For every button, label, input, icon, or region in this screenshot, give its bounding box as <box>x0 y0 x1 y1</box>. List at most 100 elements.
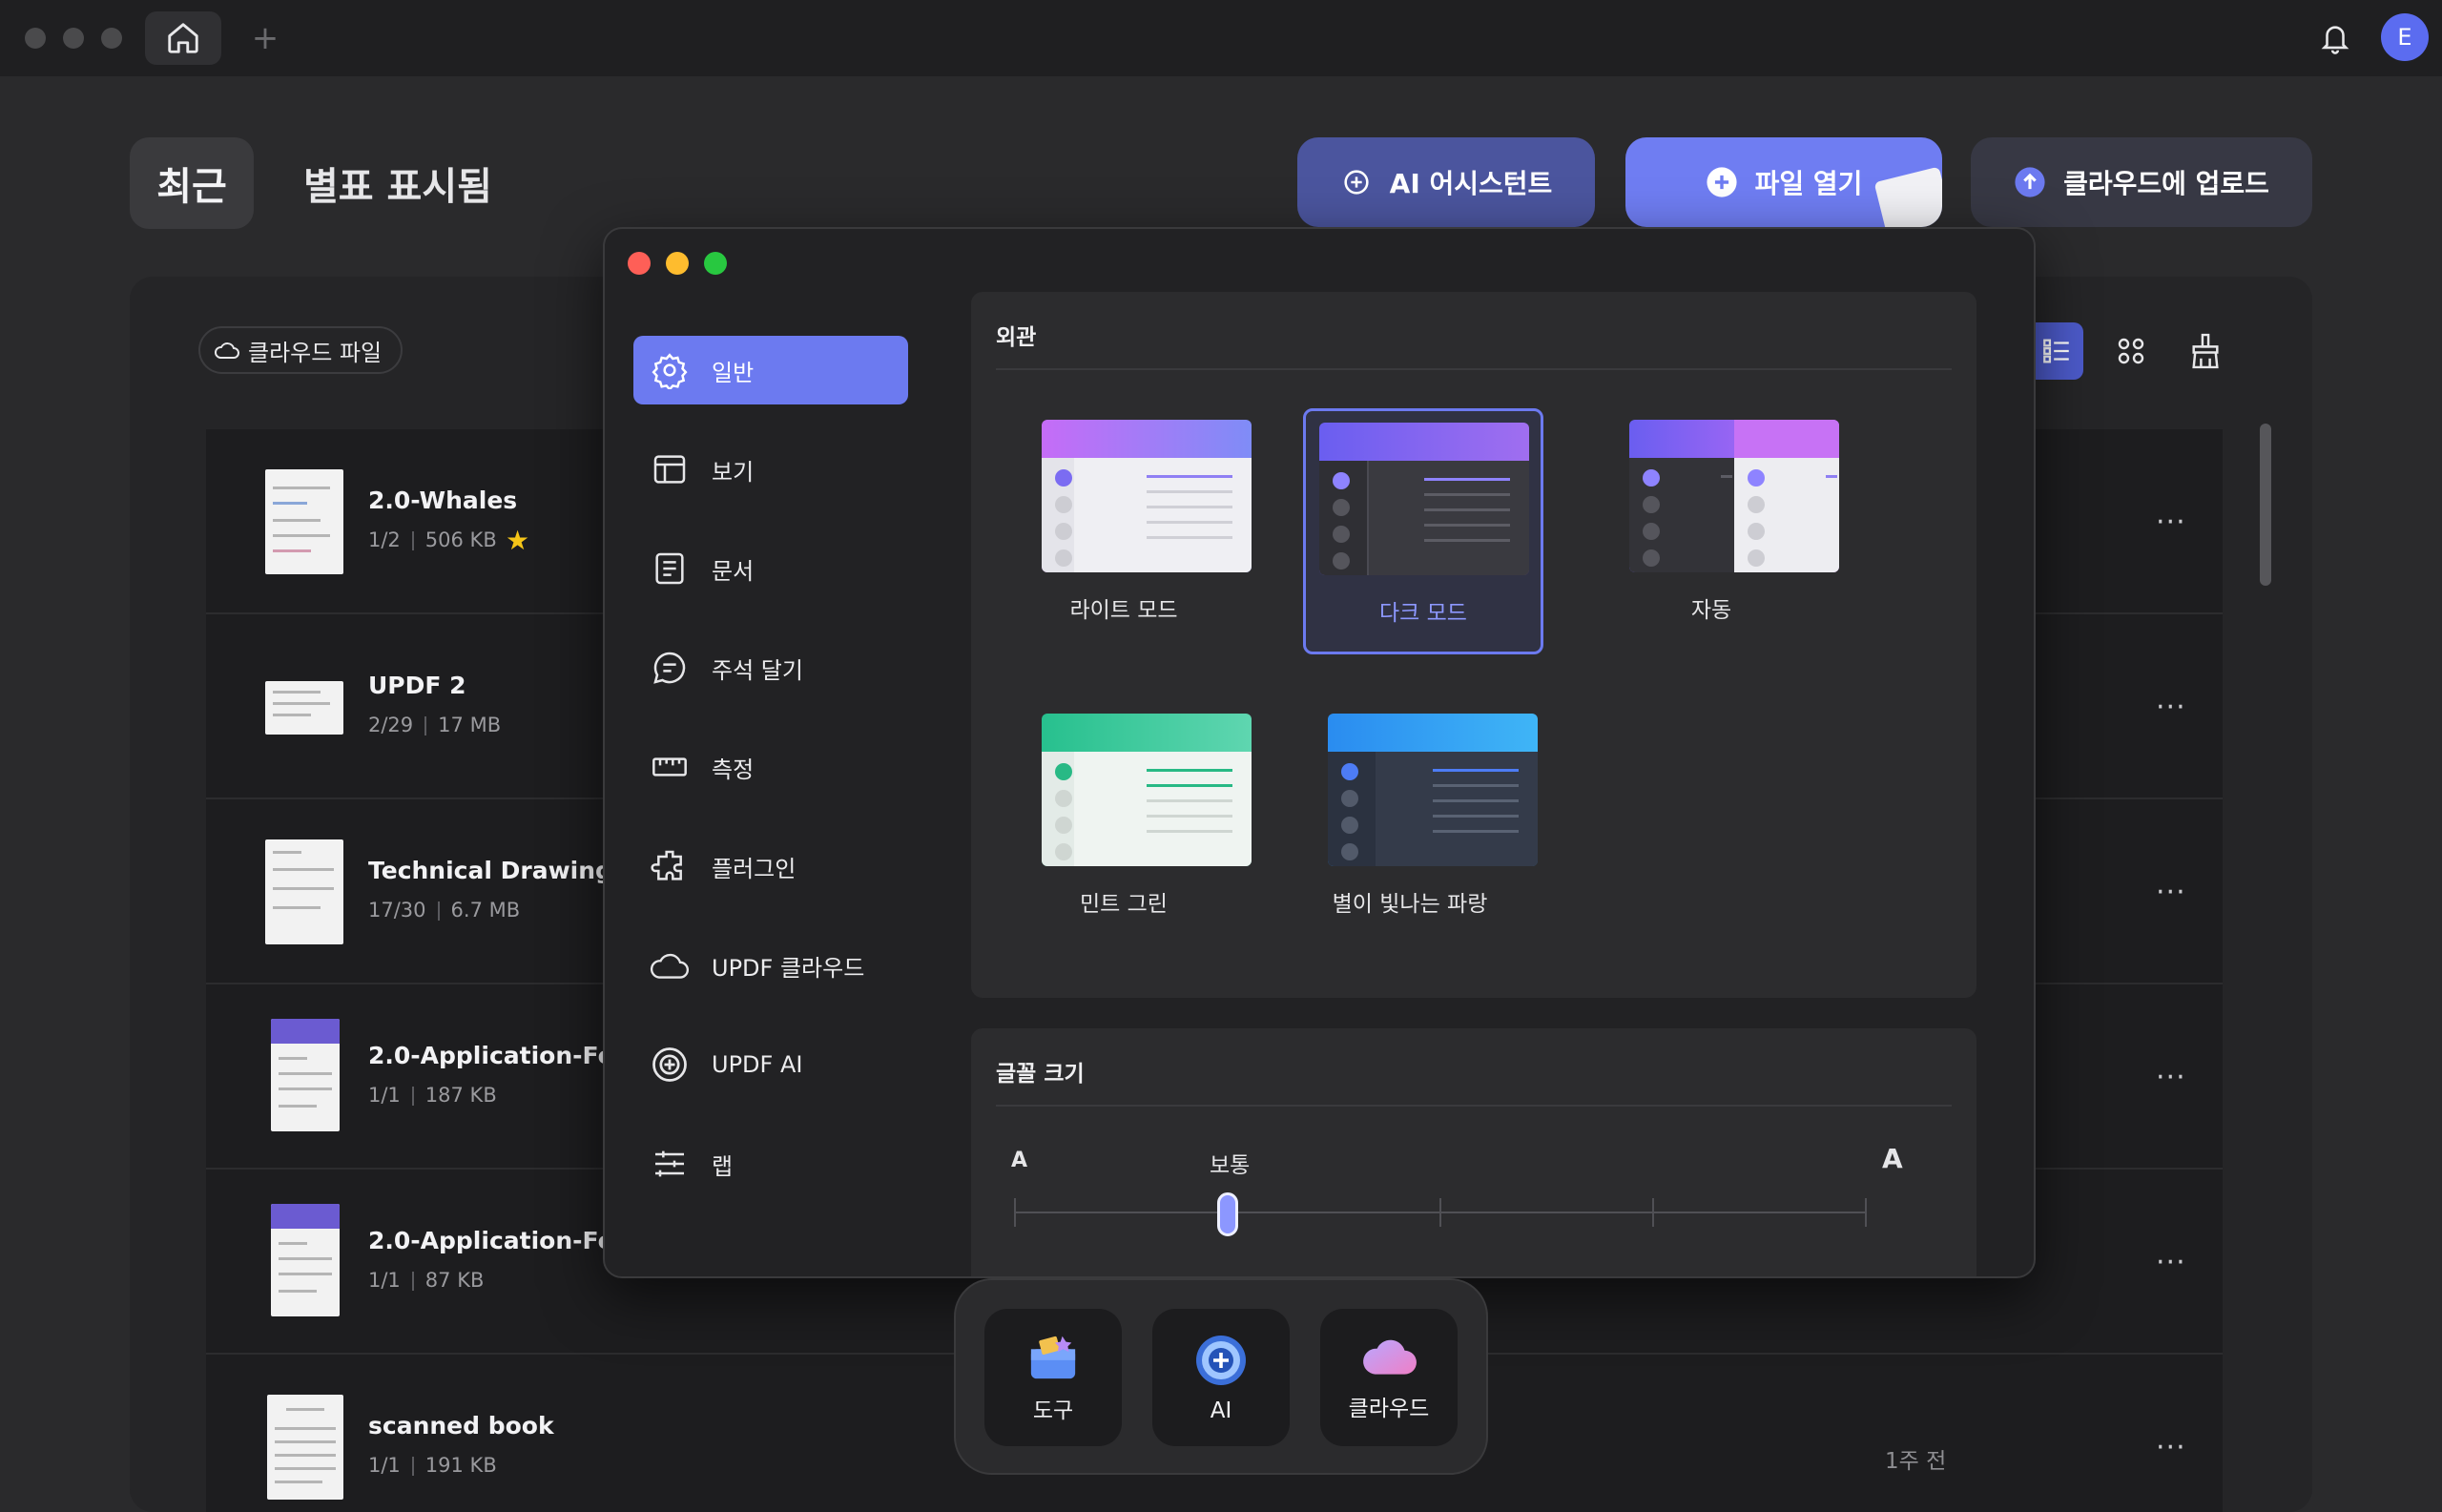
file-meta: 1/1 187 KB <box>368 1084 497 1107</box>
upload-cloud-button[interactable]: 클라우드에 업로드 <box>1971 137 2312 227</box>
theme-mint-preview <box>1042 714 1252 866</box>
nav-label: 일반 <box>712 359 755 386</box>
cloud-icon <box>215 342 239 359</box>
user-avatar[interactable]: E <box>2381 13 2429 61</box>
theme-light[interactable]: 라이트 모드 <box>1004 408 1252 654</box>
more-options-button[interactable]: ··· <box>2156 876 2186 909</box>
nav-labs[interactable]: 랩 <box>633 1129 908 1198</box>
window-zoom-button[interactable] <box>101 28 122 49</box>
theme-mint-green[interactable]: 민트 그린 <box>1004 702 1252 948</box>
theme-label: 다크 모드 <box>1379 601 1467 626</box>
list-view-icon <box>2043 339 2069 363</box>
clear-recent-button[interactable] <box>2179 322 2232 380</box>
bell-icon <box>2321 26 2349 54</box>
file-name: 2.0-Whales <box>368 487 518 514</box>
dock-cloud-button[interactable]: 클라우드 <box>1320 1309 1458 1446</box>
nav-plugins[interactable]: 플러그인 <box>633 832 908 901</box>
dock-tools-label: 도구 <box>1032 1398 1074 1423</box>
settings-minimize-button[interactable] <box>666 252 689 275</box>
ai-assistant-label: AI 어시스턴트 <box>1389 168 1553 199</box>
nav-label: 문서 <box>712 557 755 585</box>
theme-label: 별이 빛나는 파랑 <box>1332 892 1488 917</box>
open-file-label: 파일 열기 <box>1754 168 1863 199</box>
file-thumbnail <box>265 469 343 574</box>
more-options-button[interactable]: ··· <box>2156 506 2186 539</box>
ai-assistant-button[interactable]: AI 어시스턴트 <box>1297 137 1595 227</box>
divider <box>996 368 1952 370</box>
documents-illustration <box>1873 166 1942 227</box>
nav-label: 랩 <box>712 1152 734 1180</box>
font-size-current-label: 보통 <box>1210 1153 1251 1178</box>
layout-icon <box>649 448 691 490</box>
dock-tools-button[interactable]: 도구 <box>984 1309 1122 1446</box>
settings-zoom-button[interactable] <box>704 252 727 275</box>
divider <box>996 1105 1952 1107</box>
notification-button[interactable] <box>2312 17 2358 59</box>
file-thumbnail <box>265 681 343 735</box>
home-icon <box>168 23 198 53</box>
more-options-button[interactable]: ··· <box>2156 691 2186 724</box>
file-name: UPDF 2 <box>368 672 466 699</box>
nav-document[interactable]: 문서 <box>633 534 908 603</box>
nav-label: 주석 달기 <box>712 656 803 684</box>
nav-label: UPDF AI <box>712 1051 803 1078</box>
new-tab-button[interactable]: + <box>246 19 284 57</box>
nav-annotate[interactable]: 주석 달기 <box>633 633 908 702</box>
scrollbar-thumb[interactable] <box>2260 424 2271 586</box>
settings-close-button[interactable] <box>628 252 651 275</box>
appearance-title: 외관 <box>996 325 1037 350</box>
list-view-button[interactable] <box>2030 322 2083 380</box>
cloud-icon <box>649 944 691 986</box>
font-size-slider-thumb[interactable] <box>1217 1192 1238 1236</box>
grid-view-icon <box>2118 338 2144 364</box>
settings-window: 일반 보기 문서 주석 달기 측정 플러그인 UPDF 클라우드 UPDF AI… <box>603 227 2036 1278</box>
more-options-button[interactable]: ··· <box>2156 1431 2186 1464</box>
theme-starry-blue[interactable]: 별이 빛나는 파랑 <box>1290 702 1538 948</box>
title-bar <box>0 0 2442 76</box>
grid-view-button[interactable] <box>2104 322 2158 380</box>
slider-tick <box>1865 1198 1867 1227</box>
file-thumbnail <box>265 839 343 944</box>
nav-updf-cloud[interactable]: UPDF 클라우드 <box>633 931 908 1000</box>
plus-circle-icon <box>1707 167 1737 197</box>
file-meta: 1/1 191 KB <box>368 1454 497 1477</box>
file-name: 2.0-Application-Forn <box>368 1042 643 1069</box>
nav-view[interactable]: 보기 <box>633 435 908 504</box>
dock-cloud-label: 클라우드 <box>1348 1397 1430 1421</box>
window-close-button[interactable] <box>25 28 46 49</box>
nav-general[interactable]: 일반 <box>633 336 908 404</box>
theme-light-preview <box>1042 420 1252 572</box>
open-file-button[interactable]: 파일 열기 <box>1625 137 1942 227</box>
font-size-section: 글꼴 크기 A 보통 A <box>971 1028 1976 1276</box>
window-minimize-button[interactable] <box>63 28 84 49</box>
theme-label: 라이트 모드 <box>1069 598 1178 623</box>
cloud-files-label: 클라우드 파일 <box>248 339 383 366</box>
broom-icon <box>2192 333 2219 369</box>
ai-icon <box>649 1044 691 1086</box>
slider-tick <box>1014 1198 1016 1227</box>
star-icon[interactable]: ★ <box>506 525 529 556</box>
home-tab[interactable] <box>145 11 221 65</box>
file-meta: 1/1 87 KB <box>368 1269 485 1292</box>
puzzle-icon <box>649 845 691 887</box>
ai-orb-icon <box>1196 1336 1246 1385</box>
font-size-title: 글꼴 크기 <box>996 1062 1085 1087</box>
comment-icon <box>649 647 691 689</box>
ruler-icon <box>649 746 691 788</box>
slider-tick <box>1652 1198 1654 1227</box>
cloud-files-filter[interactable]: 클라우드 파일 <box>198 326 404 374</box>
theme-auto[interactable]: 자동 <box>1591 408 1839 654</box>
dock-ai-button[interactable]: AI <box>1152 1309 1290 1446</box>
theme-dark[interactable]: 다크 모드 <box>1303 408 1543 654</box>
ai-assistant-icon <box>1344 170 1369 195</box>
font-size-small-label: A <box>1011 1149 1028 1172</box>
nav-measure[interactable]: 측정 <box>633 733 908 801</box>
document-icon <box>649 548 691 590</box>
nav-label: 측정 <box>712 756 755 783</box>
more-options-button[interactable]: ··· <box>2156 1246 2186 1279</box>
file-meta: 17/30 6.7 MB <box>368 899 521 922</box>
nav-updf-ai[interactable]: UPDF AI <box>633 1030 908 1099</box>
tab-starred[interactable]: 별표 표시됨 <box>303 153 492 214</box>
more-options-button[interactable]: ··· <box>2156 1061 2186 1094</box>
tab-recent[interactable]: 최근 <box>130 137 254 229</box>
